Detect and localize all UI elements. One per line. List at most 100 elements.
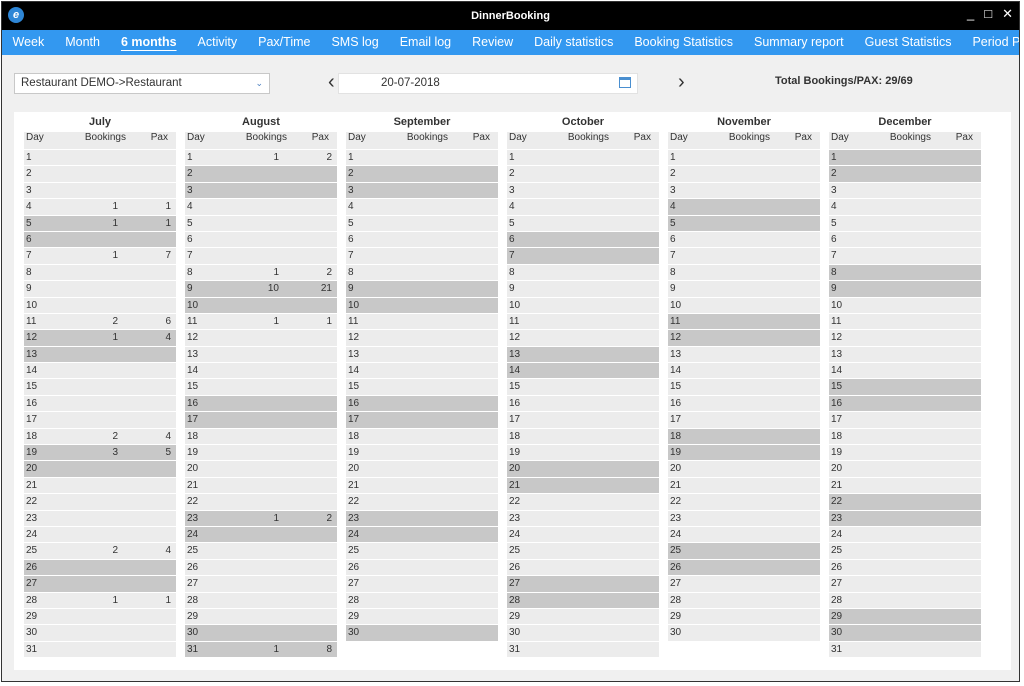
- day-row[interactable]: 22: [24, 494, 176, 510]
- day-row[interactable]: 13: [346, 346, 498, 363]
- day-row[interactable]: 12 1 4: [24, 330, 176, 346]
- maximize-icon[interactable]: □: [984, 6, 992, 22]
- day-row[interactable]: 18: [668, 428, 820, 445]
- day-row[interactable]: 29: [346, 608, 498, 625]
- day-row[interactable]: 12: [346, 330, 498, 346]
- day-row[interactable]: 17: [346, 412, 498, 428]
- day-row[interactable]: 15: [24, 379, 176, 395]
- day-row[interactable]: 27: [507, 576, 659, 592]
- day-row[interactable]: 24: [24, 526, 176, 543]
- calendar-icon[interactable]: [619, 77, 631, 88]
- minimize-icon[interactable]: _: [967, 6, 974, 22]
- day-row[interactable]: 23: [507, 510, 659, 526]
- day-row[interactable]: 20: [668, 461, 820, 477]
- day-row[interactable]: 10: [346, 297, 498, 313]
- day-row[interactable]: 15: [829, 379, 981, 395]
- day-row[interactable]: 18 2 4: [24, 428, 176, 445]
- day-row[interactable]: 21: [668, 477, 820, 494]
- day-row[interactable]: 5: [829, 215, 981, 231]
- day-row[interactable]: 19 3 5: [24, 445, 176, 461]
- day-row[interactable]: 20: [185, 461, 337, 477]
- day-row[interactable]: 3: [507, 182, 659, 199]
- day-row[interactable]: 16: [185, 395, 337, 412]
- day-row[interactable]: 22: [185, 494, 337, 510]
- day-row[interactable]: 7: [829, 248, 981, 264]
- day-row[interactable]: 9: [24, 281, 176, 297]
- tab-daily-statistics[interactable]: Daily statistics: [524, 30, 624, 55]
- day-row[interactable]: 8: [668, 264, 820, 281]
- day-row[interactable]: 15: [346, 379, 498, 395]
- day-row[interactable]: 3: [24, 182, 176, 199]
- day-row[interactable]: 25: [185, 543, 337, 559]
- day-row[interactable]: 23: [668, 510, 820, 526]
- tab-review[interactable]: Review: [462, 30, 524, 55]
- day-row[interactable]: 24: [829, 526, 981, 543]
- day-row[interactable]: 9 10 21: [185, 281, 337, 297]
- day-row[interactable]: 17: [829, 412, 981, 428]
- day-row[interactable]: 20: [829, 461, 981, 477]
- tab-sms-log[interactable]: SMS log: [321, 30, 389, 55]
- day-row[interactable]: 19: [507, 445, 659, 461]
- day-row[interactable]: 24: [346, 526, 498, 543]
- day-row[interactable]: 2: [829, 166, 981, 182]
- day-row[interactable]: 5: [346, 215, 498, 231]
- day-row[interactable]: 1: [829, 150, 981, 166]
- day-row[interactable]: 21: [507, 477, 659, 494]
- day-row[interactable]: 20: [346, 461, 498, 477]
- day-row[interactable]: 23: [24, 510, 176, 526]
- day-row[interactable]: 30: [185, 625, 337, 641]
- day-row[interactable]: 20: [24, 461, 176, 477]
- day-row[interactable]: 11: [346, 313, 498, 330]
- day-row[interactable]: 8 1 2: [185, 264, 337, 281]
- tab-week[interactable]: Week: [2, 30, 55, 55]
- day-row[interactable]: 18: [507, 428, 659, 445]
- day-row[interactable]: 6: [24, 231, 176, 248]
- day-row[interactable]: 30: [346, 625, 498, 641]
- day-row[interactable]: 26: [346, 559, 498, 576]
- day-row[interactable]: 11: [668, 313, 820, 330]
- previous-period-button[interactable]: ‹: [328, 72, 335, 92]
- day-row[interactable]: 14: [346, 363, 498, 379]
- day-row[interactable]: 10: [668, 297, 820, 313]
- day-row[interactable]: 4 1 1: [24, 199, 176, 215]
- day-row[interactable]: 31: [507, 641, 659, 658]
- next-period-button[interactable]: ›: [678, 72, 685, 92]
- day-row[interactable]: 31: [24, 641, 176, 658]
- day-row[interactable]: 11 1 1: [185, 313, 337, 330]
- day-row[interactable]: 29: [507, 608, 659, 625]
- day-row[interactable]: 11: [507, 313, 659, 330]
- day-row[interactable]: 9: [668, 281, 820, 297]
- day-row[interactable]: 16: [668, 395, 820, 412]
- date-field[interactable]: 20-07-2018: [338, 73, 638, 94]
- tab-guest-statistics[interactable]: Guest Statistics: [854, 30, 962, 55]
- day-row[interactable]: 21: [346, 477, 498, 494]
- day-row[interactable]: 21: [24, 477, 176, 494]
- day-row[interactable]: 14: [507, 363, 659, 379]
- day-row[interactable]: 23: [346, 510, 498, 526]
- day-row[interactable]: 28: [346, 592, 498, 608]
- tab-month[interactable]: Month: [55, 30, 111, 55]
- day-row[interactable]: 27: [346, 576, 498, 592]
- day-row[interactable]: 7 1 7: [24, 248, 176, 264]
- day-row[interactable]: 6: [346, 231, 498, 248]
- day-row[interactable]: 4: [507, 199, 659, 215]
- day-row[interactable]: 7: [507, 248, 659, 264]
- tab-summary-report[interactable]: Summary report: [744, 30, 855, 55]
- day-row[interactable]: 4: [346, 199, 498, 215]
- day-row[interactable]: 25: [346, 543, 498, 559]
- day-row[interactable]: 21: [185, 477, 337, 494]
- day-row[interactable]: 9: [346, 281, 498, 297]
- day-row[interactable]: 5: [185, 215, 337, 231]
- day-row[interactable]: 24: [185, 526, 337, 543]
- day-row[interactable]: 17: [507, 412, 659, 428]
- day-row[interactable]: 3: [668, 182, 820, 199]
- day-row[interactable]: 1: [668, 150, 820, 166]
- day-row[interactable]: 1 1 2: [185, 150, 337, 166]
- tab-6-months[interactable]: 6 months: [110, 30, 187, 55]
- day-row[interactable]: 24: [668, 526, 820, 543]
- day-row[interactable]: 6: [668, 231, 820, 248]
- day-row[interactable]: 1: [346, 150, 498, 166]
- day-row[interactable]: 30: [668, 625, 820, 641]
- day-row[interactable]: 22: [829, 494, 981, 510]
- day-row[interactable]: 16: [346, 395, 498, 412]
